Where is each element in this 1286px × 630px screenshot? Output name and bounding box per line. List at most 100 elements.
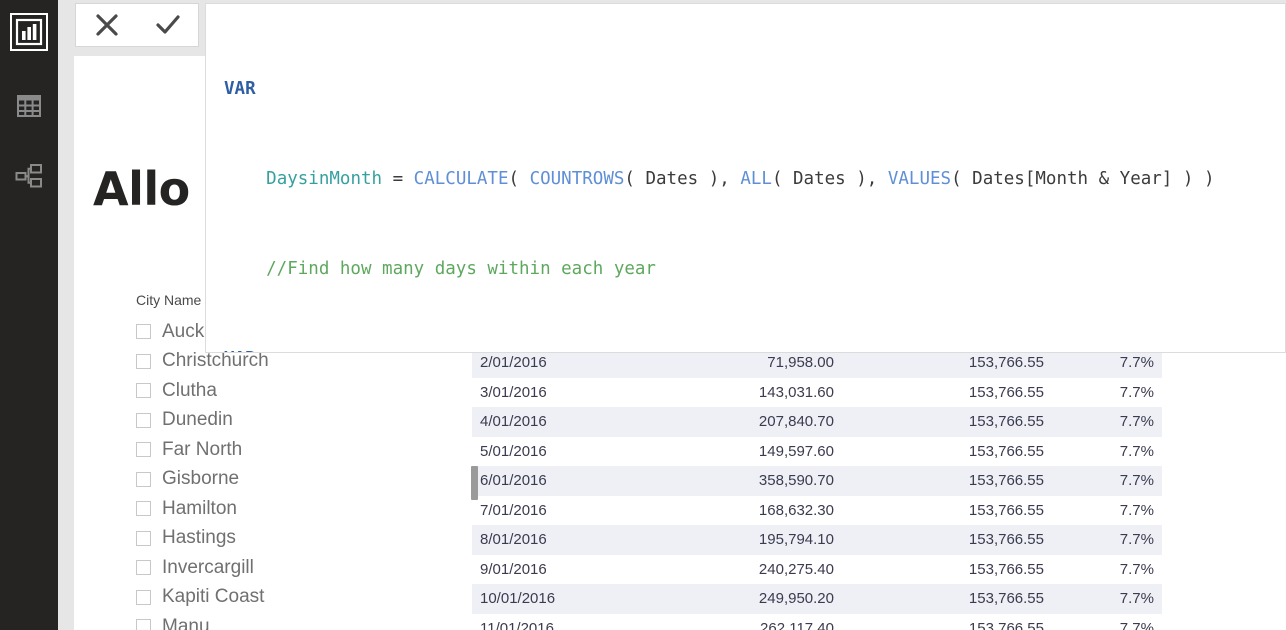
list-item[interactable]: Dunedin [136, 406, 466, 436]
code-token: Dates [793, 169, 846, 189]
cell-date: 8/01/2016 [472, 525, 622, 555]
accept-button[interactable] [145, 5, 191, 45]
cell-percent: 7.7% [1119, 501, 1154, 519]
list-item[interactable]: Manu [136, 612, 466, 630]
cell-date: 5/01/2016 [480, 442, 547, 460]
slicer-item-label: Clutha [162, 379, 217, 401]
cell-percent: 7.7% [1052, 407, 1162, 437]
dax-formula-editor[interactable]: VAR DaysinMonth = CALCULATE( COUNTROWS( … [205, 3, 1286, 353]
code-token: ), [698, 169, 741, 189]
sidebar-item-model-view[interactable] [11, 158, 47, 194]
slicer-item-label: Gisborne [162, 468, 240, 490]
code-token: ( [951, 169, 973, 189]
code-token: DaysinMonth [266, 169, 383, 189]
code-token: ALL [740, 169, 772, 189]
table-row[interactable]: 7/01/2016 168,632.30 153,766.55 7.7% [472, 496, 1162, 526]
cell-percent: 7.7% [1052, 525, 1162, 555]
table-row[interactable]: 4/01/2016 207,840.70 153,766.55 7.7% [472, 407, 1162, 437]
power-bi-desktop-window: Allo City Name Auckland Christchurch Clu… [0, 0, 1286, 630]
code-token: ( [771, 169, 794, 189]
cell-budget: 153,766.55 [968, 560, 1044, 578]
code-line: VAR [224, 344, 1285, 352]
cell-value: 249,950.20 [622, 584, 842, 614]
table-body: 2/01/2016 71,958.00 153,766.55 7.7% 3/01… [472, 348, 1162, 630]
table-vertical-scrollbar-thumb[interactable] [471, 466, 478, 500]
cell-percent: 7.7% [1119, 383, 1154, 401]
checkmark-icon [153, 10, 183, 40]
code-token: VAR [224, 79, 256, 99]
checkbox-icon[interactable] [136, 530, 151, 546]
checkbox-icon[interactable] [136, 442, 151, 458]
cell-value: 262,117.40 [760, 619, 834, 630]
slicer-item-label: Kapiti Coast [162, 586, 265, 608]
table-row[interactable]: 10/01/2016 249,950.20 153,766.55 7.7% [472, 584, 1162, 614]
table-row[interactable]: 5/01/2016 149,597.60 153,766.55 7.7% [472, 437, 1162, 467]
slicer-item-label: Far North [162, 438, 243, 460]
checkbox-icon[interactable] [136, 383, 151, 399]
cell-date: 10/01/2016 [472, 584, 622, 614]
code-token: ) ) [1172, 169, 1215, 189]
slicer-item-list: Auckland Christchurch Clutha Dunedin Far… [136, 317, 466, 630]
cell-budget: 153,766.55 [842, 466, 1052, 496]
slicer-item-label: Hastings [162, 527, 236, 549]
cell-value: 168,632.30 [758, 501, 834, 519]
sidebar-item-data-view[interactable] [11, 88, 47, 124]
code-token: ( [624, 169, 646, 189]
slicer-item-label: Dunedin [162, 409, 233, 431]
code-token: ( [508, 169, 530, 189]
table-row[interactable]: 11/01/2016 262,117.40 153,766.55 7.7% [472, 614, 1162, 630]
code-token: = [382, 169, 414, 189]
page-title: Allo [93, 162, 190, 216]
list-item[interactable]: Invercargill [136, 553, 466, 583]
report-view-icon [14, 17, 44, 47]
list-item[interactable]: Hastings [136, 524, 466, 554]
checkbox-icon[interactable] [136, 589, 151, 605]
code-token: Dates [645, 169, 699, 189]
code-token: VALUES [887, 169, 952, 189]
cell-value: 207,840.70 [622, 407, 842, 437]
list-item[interactable]: Hamilton [136, 494, 466, 524]
cell-date: 4/01/2016 [472, 407, 622, 437]
cell-date: 7/01/2016 [480, 501, 547, 519]
cell-budget: 153,766.55 [968, 383, 1044, 401]
cell-budget: 153,766.55 [968, 501, 1044, 519]
cell-budget: 153,766.55 [842, 584, 1052, 614]
dax-code-content[interactable]: VAR DaysinMonth = CALCULATE( COUNTROWS( … [206, 4, 1285, 352]
cell-date: 3/01/2016 [480, 383, 547, 401]
code-token: CALCULATE [413, 169, 509, 189]
model-relationships-view-icon [14, 161, 44, 191]
cell-date: 9/01/2016 [480, 560, 547, 578]
list-item[interactable]: Clutha [136, 376, 466, 406]
checkbox-icon[interactable] [136, 501, 151, 517]
table-row[interactable]: 3/01/2016 143,031.60 153,766.55 7.7% [472, 378, 1162, 408]
cell-budget: 153,766.55 [968, 442, 1044, 460]
checkbox-icon[interactable] [136, 353, 151, 369]
checkbox-icon[interactable] [136, 324, 151, 340]
list-item[interactable]: Far North [136, 435, 466, 465]
table-row[interactable]: 8/01/2016 195,794.10 153,766.55 7.7% [472, 525, 1162, 555]
checkbox-icon[interactable] [136, 412, 151, 428]
cell-budget: 153,766.55 [842, 407, 1052, 437]
code-token: Dates[Month & Year] [972, 169, 1173, 189]
checkbox-icon[interactable] [136, 619, 151, 630]
table-row[interactable]: 9/01/2016 240,275.40 153,766.55 7.7% [472, 555, 1162, 585]
checkbox-icon[interactable] [136, 471, 151, 487]
sidebar-item-report-view[interactable] [10, 13, 48, 51]
slicer-item-label: Hamilton [162, 497, 237, 519]
code-line: VAR [224, 74, 1285, 104]
list-item[interactable]: Gisborne [136, 465, 466, 495]
cell-percent: 7.7% [1119, 442, 1154, 460]
formula-bar-actions [75, 3, 199, 47]
cell-value: 143,031.60 [758, 383, 834, 401]
list-item[interactable]: Kapiti Coast [136, 583, 466, 613]
close-x-icon [92, 10, 122, 40]
checkbox-icon[interactable] [136, 560, 151, 576]
cell-date: 11/01/2016 [480, 619, 554, 630]
cancel-button[interactable] [84, 5, 130, 45]
cell-budget: 153,766.55 [968, 619, 1044, 630]
cell-value: 358,590.70 [622, 466, 842, 496]
table-row[interactable]: 6/01/2016 358,590.70 153,766.55 7.7% [472, 466, 1162, 496]
code-line: //Find how many days within each year [224, 254, 1285, 284]
cell-percent: 7.7% [1119, 619, 1154, 630]
